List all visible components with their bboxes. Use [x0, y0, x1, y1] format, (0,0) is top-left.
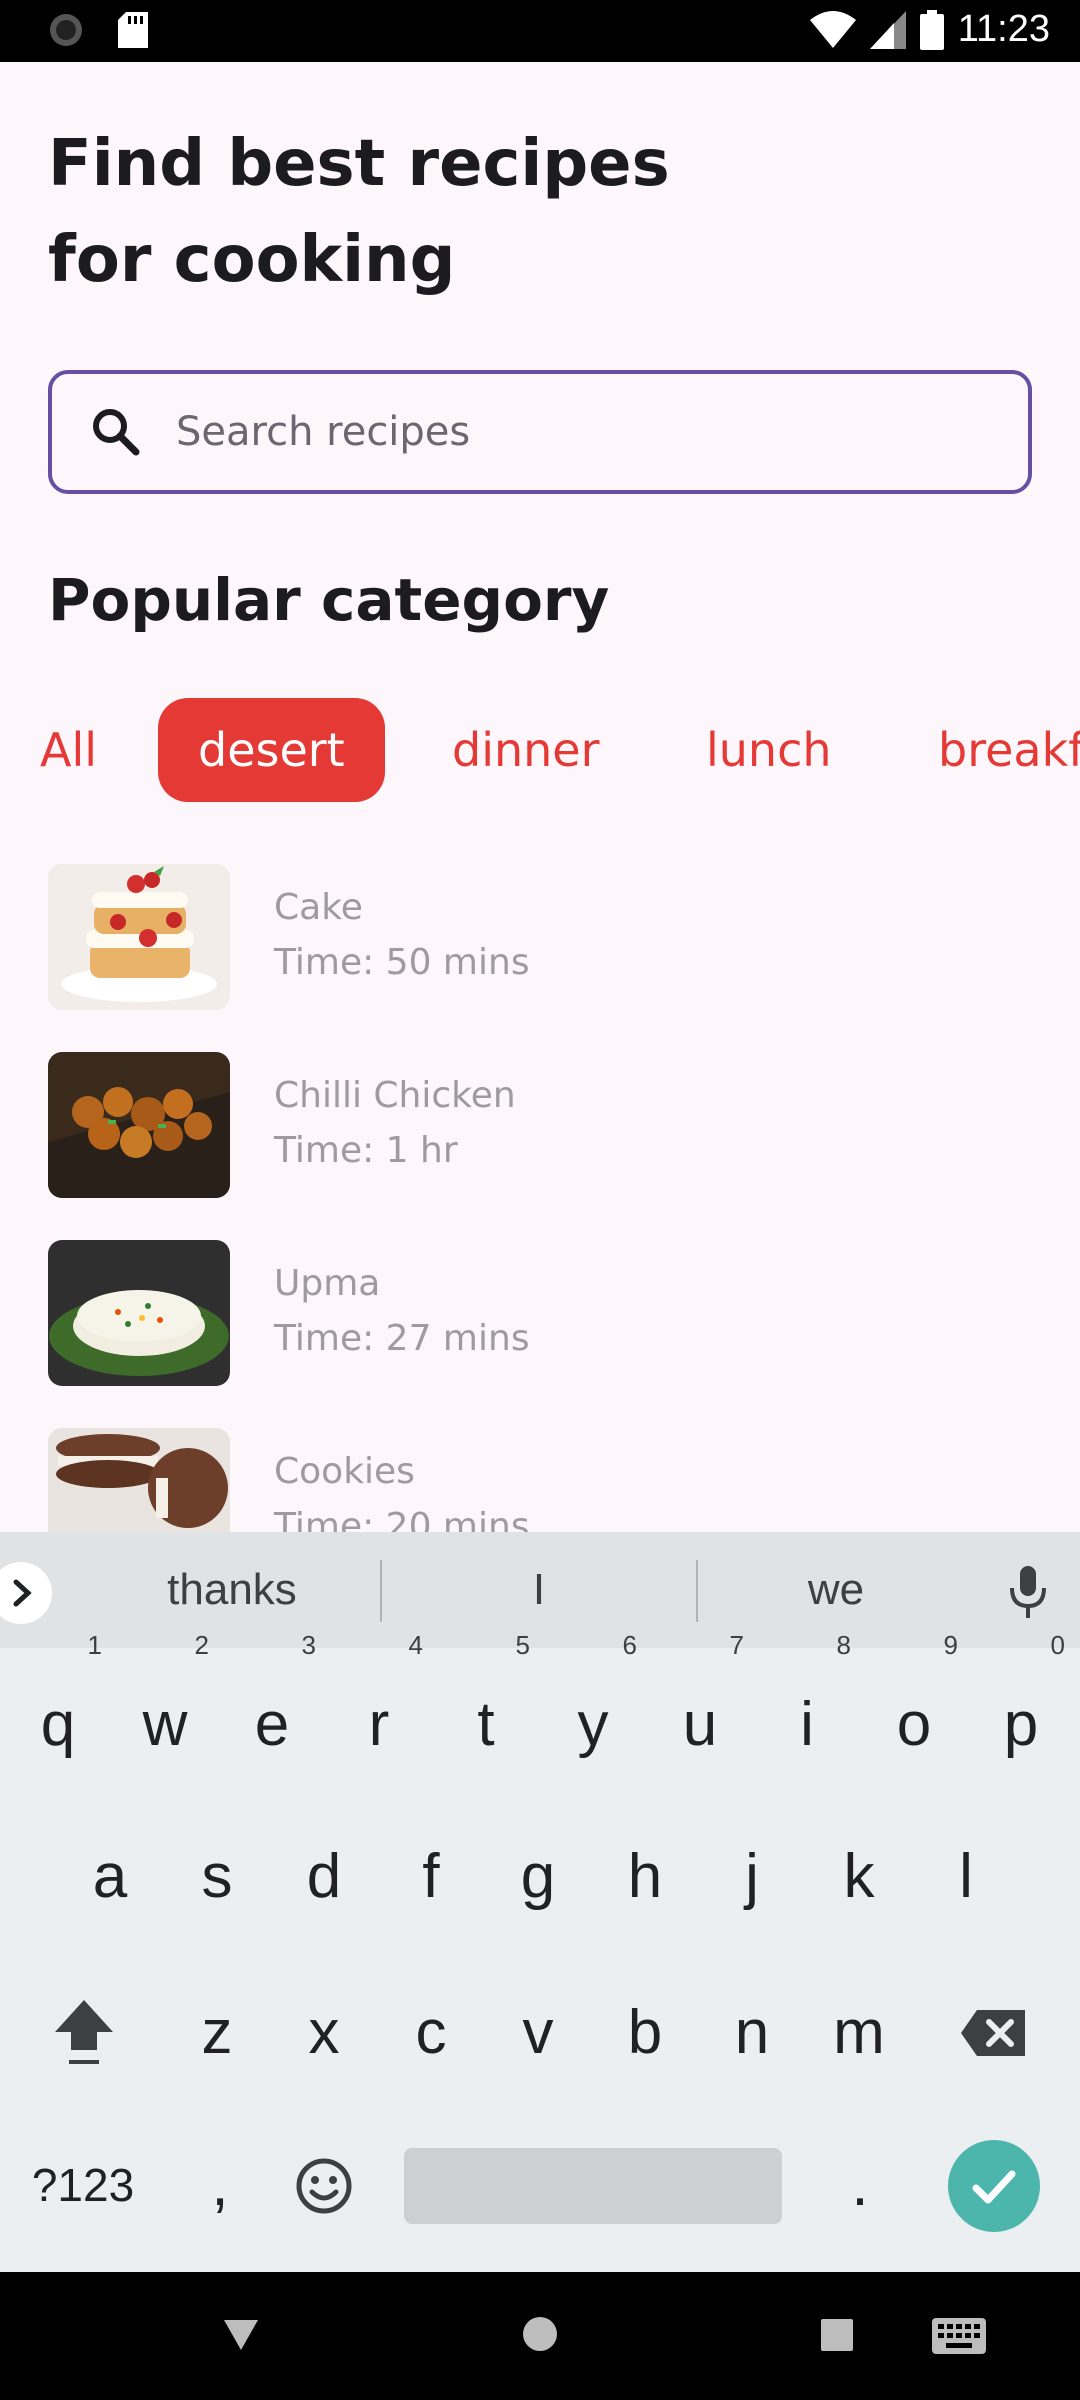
- key-hint-8: 8: [836, 1630, 851, 1660]
- key-hint-0: 0: [1050, 1630, 1065, 1660]
- keyboard-switch-icon[interactable]: [932, 2318, 986, 2354]
- signal-icon: [869, 10, 906, 49]
- emoji-key[interactable]: [274, 2120, 374, 2250]
- done-key[interactable]: [948, 2140, 1040, 2232]
- key-r[interactable]: r4: [329, 1632, 429, 1790]
- key-k[interactable]: k: [809, 1812, 909, 1942]
- cake-image: [48, 864, 230, 1010]
- key-hint-2: 2: [194, 1630, 209, 1660]
- page-title: Find best recipes for cooking: [48, 116, 748, 308]
- key-x[interactable]: x: [274, 1968, 374, 2098]
- recipe-list: Cake Time: 50 mins Chilli Chicken Time: …: [0, 860, 1080, 1532]
- status-bar: 11:23: [0, 0, 1080, 62]
- recipe-item[interactable]: Upma Time: 27 mins: [48, 1236, 1038, 1386]
- suggestion-1[interactable]: thanks: [82, 1532, 382, 1648]
- recipe-name: Cake: [274, 887, 363, 928]
- recipe-item[interactable]: Cookies Time: 20 mins: [48, 1424, 1038, 1532]
- loading-icon: [50, 14, 82, 46]
- microphone-icon[interactable]: [1008, 1566, 1048, 1618]
- key-o[interactable]: o9: [864, 1632, 964, 1790]
- chilli-chicken-image: [48, 1052, 230, 1198]
- chip-lunch[interactable]: lunch: [666, 698, 872, 802]
- suggestion-bar: thanks I we: [0, 1532, 1080, 1648]
- key-e[interactable]: e3: [222, 1632, 322, 1790]
- cookies-image: [48, 1428, 230, 1532]
- key-n[interactable]: n: [702, 1968, 802, 2098]
- key-hint-4: 4: [408, 1630, 423, 1660]
- key-p[interactable]: p0: [971, 1632, 1071, 1790]
- key-z[interactable]: z: [167, 1968, 267, 2098]
- key-h[interactable]: h: [595, 1812, 695, 1942]
- key-s[interactable]: s: [167, 1812, 267, 1942]
- suggestion-expand-button[interactable]: [0, 1562, 52, 1624]
- key-m[interactable]: m: [809, 1968, 909, 2098]
- title-line-1: Find best recipes: [48, 127, 670, 201]
- key-hint-1: 1: [87, 1630, 102, 1660]
- category-chips: All desert dinner lunch breakfast: [0, 698, 1080, 802]
- key-hint-9: 9: [943, 1630, 958, 1660]
- upma-image: [48, 1240, 230, 1386]
- search-box[interactable]: [48, 370, 1032, 494]
- search-icon: [93, 409, 140, 456]
- soft-keyboard: thanks I we q1 w2 e3 r4 t5 y6 u7 i8 o9 p…: [0, 1532, 1080, 2272]
- key-t[interactable]: t5: [436, 1632, 536, 1790]
- key-g[interactable]: g: [488, 1812, 588, 1942]
- recipe-name: Chilli Chicken: [274, 1075, 516, 1116]
- back-icon[interactable]: [222, 2318, 260, 2352]
- home-icon[interactable]: [522, 2316, 558, 2352]
- section-title: Popular category: [48, 566, 610, 634]
- key-hint-7: 7: [729, 1630, 744, 1660]
- chip-all[interactable]: All: [0, 698, 137, 802]
- key-hint-6: 6: [622, 1630, 637, 1660]
- battery-icon: [919, 9, 944, 50]
- key-w[interactable]: w2: [115, 1632, 215, 1790]
- key-hint-5: 5: [515, 1630, 530, 1660]
- backspace-key[interactable]: [944, 1968, 1044, 2098]
- shift-key[interactable]: [34, 1968, 134, 2098]
- recipe-time: Time: 50 mins: [274, 942, 530, 983]
- key-j[interactable]: j: [702, 1812, 802, 1942]
- recipe-time: Time: 20 mins: [274, 1506, 530, 1532]
- key-f[interactable]: f: [381, 1812, 481, 1942]
- key-v[interactable]: v: [488, 1968, 588, 2098]
- chip-desert[interactable]: desert: [158, 698, 385, 802]
- emoji-icon: [296, 2158, 352, 2214]
- chevron-right-icon: [13, 1579, 32, 1607]
- title-line-2: for cooking: [48, 223, 456, 297]
- suggestion-2[interactable]: I: [382, 1532, 696, 1648]
- navigation-bar: [0, 2272, 1080, 2400]
- key-hint-3: 3: [301, 1630, 316, 1660]
- key-i[interactable]: i8: [757, 1632, 857, 1790]
- key-d[interactable]: d: [274, 1812, 374, 1942]
- symbols-key[interactable]: ?123: [18, 2120, 148, 2250]
- key-q[interactable]: q1: [8, 1632, 108, 1790]
- sd-card-icon: [118, 12, 148, 48]
- period-key[interactable]: .: [810, 2120, 910, 2250]
- recipe-name: Upma: [274, 1263, 381, 1304]
- space-key[interactable]: [404, 2148, 782, 2224]
- recents-icon[interactable]: [820, 2318, 854, 2352]
- backspace-icon: [961, 2010, 1025, 2056]
- wifi-icon: [809, 10, 856, 48]
- search-input[interactable]: [176, 409, 976, 455]
- key-u[interactable]: u7: [650, 1632, 750, 1790]
- check-icon: [972, 2170, 1016, 2204]
- key-l[interactable]: l: [916, 1812, 1016, 1942]
- recipe-time: Time: 27 mins: [274, 1318, 530, 1359]
- key-y[interactable]: y6: [543, 1632, 643, 1790]
- shift-icon: [55, 2000, 113, 2064]
- recipe-item[interactable]: Cake Time: 50 mins: [48, 860, 1038, 1010]
- key-b[interactable]: b: [595, 1968, 695, 2098]
- recipe-item[interactable]: Chilli Chicken Time: 1 hr: [48, 1048, 1038, 1198]
- key-a[interactable]: a: [60, 1812, 160, 1942]
- recipe-name: Cookies: [274, 1451, 415, 1492]
- recipe-time: Time: 1 hr: [274, 1130, 458, 1171]
- chip-dinner[interactable]: dinner: [412, 698, 640, 802]
- clock: 11:23: [957, 8, 1050, 50]
- chip-breakfast[interactable]: breakfast: [898, 698, 1080, 802]
- key-c[interactable]: c: [381, 1968, 481, 2098]
- comma-key[interactable]: ,: [170, 2120, 270, 2250]
